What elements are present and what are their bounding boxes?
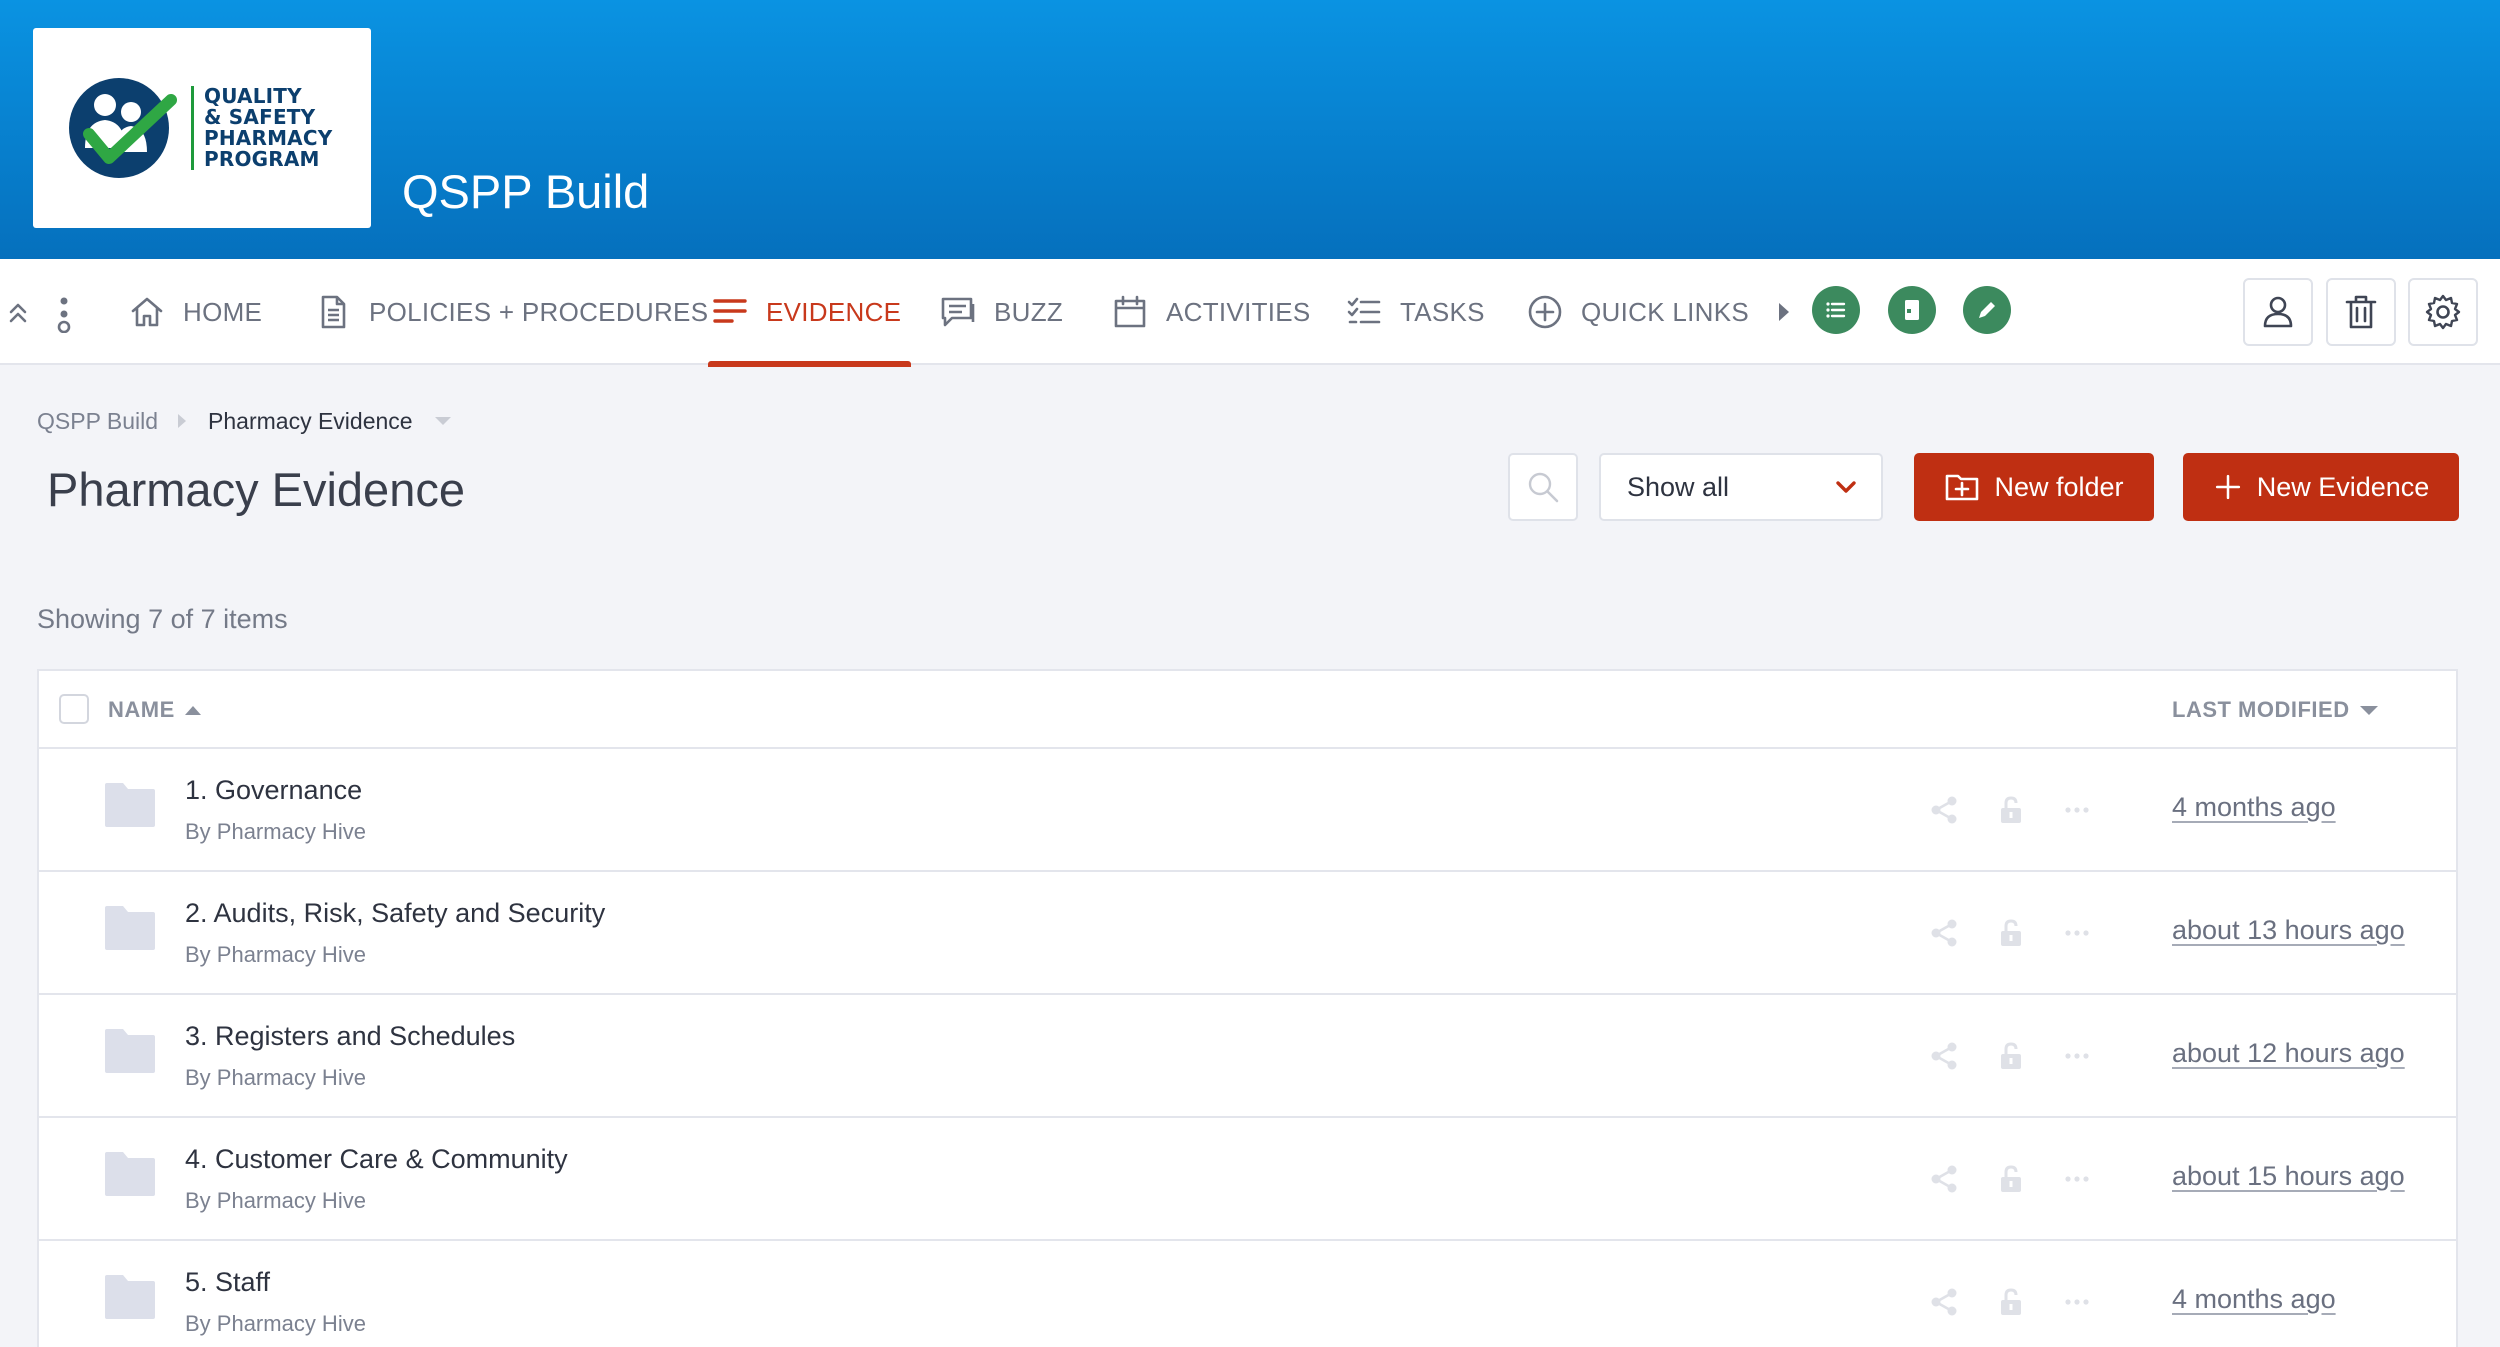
sort-ascending-icon — [184, 705, 201, 715]
unlock-icon[interactable] — [1995, 794, 2027, 826]
qspp-logo[interactable]: QUALITY & SAFETY PHARMACY PROGRAM — [33, 28, 371, 228]
nav-activities[interactable]: ACTIVITIES — [1112, 259, 1311, 365]
item-last-modified[interactable]: 4 months ago — [2172, 792, 2336, 823]
item-last-modified[interactable]: about 15 hours ago — [2172, 1161, 2405, 1192]
nav-evidence[interactable]: EVIDENCE — [707, 259, 912, 367]
items-count: Showing 7 of 7 items — [37, 604, 288, 634]
unlock-icon[interactable] — [1995, 1040, 2027, 1072]
nav-tasks[interactable]: TASKS — [1346, 259, 1485, 365]
main-nav: HOME POLICIES + PROCEDURES EVIDENCE BUZZ… — [0, 259, 2500, 367]
breadcrumb-root[interactable]: QSPP Build — [37, 408, 158, 435]
gear-icon — [2425, 294, 2461, 330]
plus-circle-icon — [1528, 295, 1562, 329]
trash-icon — [2345, 295, 2377, 329]
item-author: By Pharmacy Hive — [185, 819, 366, 844]
chat-icon — [941, 297, 975, 327]
list-header: NAME LAST MODIFIED — [39, 671, 2456, 749]
plus-icon — [2215, 474, 2240, 500]
share-icon[interactable] — [1928, 1163, 1960, 1195]
quick-book-button[interactable] — [1888, 286, 1936, 334]
home-icon — [131, 297, 163, 327]
folder-icon — [105, 1275, 155, 1319]
new-evidence-button[interactable]: New Evidence — [2183, 453, 2459, 521]
folder-icon — [105, 906, 155, 950]
new-folder-button[interactable]: New folder — [1914, 453, 2154, 521]
nav-policies-procedures[interactable]: POLICIES + PROCEDURES — [315, 259, 708, 365]
user-icon — [2263, 296, 2293, 328]
item-title[interactable]: 3. Registers and Schedules — [185, 1021, 515, 1052]
document-icon — [321, 295, 346, 329]
sort-descending-icon — [2359, 705, 2378, 715]
list-icon — [1826, 302, 1846, 318]
item-title[interactable]: 2. Audits, Risk, Safety and Security — [185, 898, 605, 929]
drag-handle-icon[interactable] — [54, 295, 74, 333]
search-icon — [1528, 472, 1559, 503]
item-title[interactable]: 4. Customer Care & Community — [185, 1144, 568, 1175]
item-author: By Pharmacy Hive — [185, 1065, 366, 1090]
more-options-icon[interactable] — [2061, 794, 2093, 826]
share-icon[interactable] — [1928, 917, 1960, 949]
trash-button[interactable] — [2326, 278, 2396, 346]
unlock-icon[interactable] — [1995, 1286, 2027, 1318]
list-item[interactable]: 1. Governance By Pharmacy Hive 4 months … — [39, 749, 2456, 872]
list-item[interactable]: 3. Registers and Schedules By Pharmacy H… — [39, 995, 2456, 1118]
filter-select[interactable]: Show all — [1599, 453, 1883, 521]
item-last-modified[interactable]: about 12 hours ago — [2172, 1038, 2405, 1069]
item-author: By Pharmacy Hive — [185, 1188, 366, 1213]
folder-icon — [105, 1029, 155, 1073]
nav-buzz[interactable]: BUZZ — [940, 259, 1063, 365]
collapse-up-icon[interactable] — [8, 299, 28, 327]
share-icon[interactable] — [1928, 1040, 1960, 1072]
quick-list-button[interactable] — [1812, 286, 1860, 334]
share-icon[interactable] — [1928, 1286, 1960, 1318]
quick-pencil-button[interactable] — [1963, 286, 2011, 334]
app-header: QUALITY & SAFETY PHARMACY PROGRAM QSPP B… — [0, 0, 2500, 259]
unlock-icon[interactable] — [1995, 1163, 2027, 1195]
more-options-icon[interactable] — [2061, 1163, 2093, 1195]
caret-right-icon[interactable] — [1779, 303, 1790, 321]
breadcrumb-current: Pharmacy Evidence — [208, 407, 413, 434]
nav-quick-links[interactable]: QUICK LINKS — [1527, 259, 1790, 365]
caret-down-icon[interactable] — [434, 417, 451, 425]
calendar-icon — [1114, 295, 1146, 328]
folder-icon — [105, 1152, 155, 1196]
checklist-icon — [1347, 297, 1381, 324]
pencil-icon — [1979, 302, 1995, 318]
more-options-icon[interactable] — [2061, 1040, 2093, 1072]
select-all-checkbox[interactable] — [59, 694, 89, 724]
item-author: By Pharmacy Hive — [185, 1311, 366, 1336]
site-title[interactable]: QSPP Build — [402, 164, 649, 219]
pharmacist-check-icon — [69, 78, 177, 178]
more-options-icon[interactable] — [2061, 917, 2093, 949]
logo-wordmark: QUALITY & SAFETY PHARMACY PROGRAM — [204, 84, 333, 171]
settings-button[interactable] — [2408, 278, 2478, 346]
folder-icon — [105, 783, 155, 827]
logo-divider — [191, 86, 194, 170]
book-icon — [1905, 300, 1919, 320]
unlock-icon[interactable] — [1995, 917, 2027, 949]
item-title[interactable]: 1. Governance — [185, 775, 362, 806]
item-last-modified[interactable]: 4 months ago — [2172, 1284, 2336, 1315]
nav-home[interactable]: HOME — [129, 259, 262, 365]
filter-select-value: Show all — [1627, 471, 1730, 502]
chevron-right-icon — [178, 414, 187, 428]
profile-button[interactable] — [2243, 278, 2313, 346]
folder-plus-icon — [1946, 474, 1979, 501]
sort-by-name[interactable]: NAME — [108, 697, 201, 723]
list-item[interactable]: 4. Customer Care & Community By Pharmacy… — [39, 1118, 2456, 1241]
chevron-down-icon — [1836, 481, 1856, 493]
list-item[interactable]: 2. Audits, Risk, Safety and Security By … — [39, 872, 2456, 995]
sort-by-last-modified[interactable]: LAST MODIFIED — [2172, 697, 2378, 723]
item-last-modified[interactable]: about 13 hours ago — [2172, 915, 2405, 946]
item-author: By Pharmacy Hive — [185, 942, 366, 967]
list-item[interactable]: 5. Staff By Pharmacy Hive 4 months ago — [39, 1241, 2456, 1347]
lines-icon — [713, 299, 747, 323]
more-options-icon[interactable] — [2061, 1286, 2093, 1318]
share-icon[interactable] — [1928, 794, 1960, 826]
page-title: Pharmacy Evidence — [47, 463, 465, 516]
search-button[interactable] — [1508, 453, 1578, 521]
evidence-list: NAME LAST MODIFIED 1. Governance By Phar… — [37, 669, 2458, 1347]
item-title[interactable]: 5. Staff — [185, 1267, 270, 1298]
breadcrumb: QSPP Build Pharmacy Evidence — [37, 406, 451, 436]
